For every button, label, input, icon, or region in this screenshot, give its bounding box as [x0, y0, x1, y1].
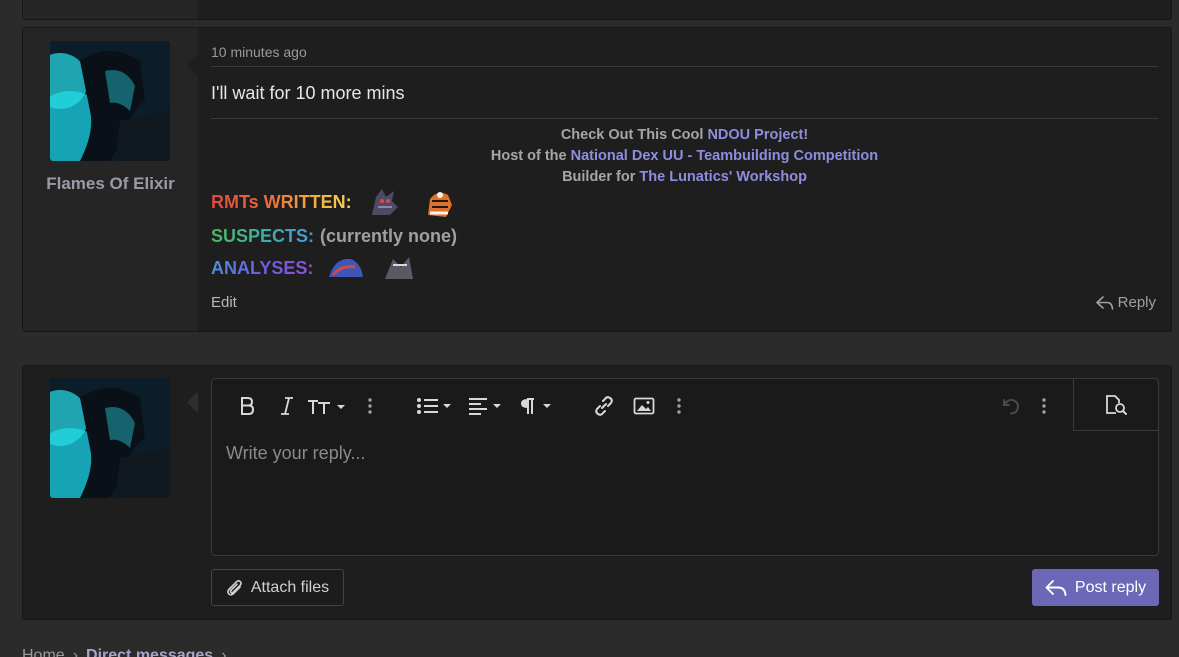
- post-arrow: [187, 54, 198, 76]
- pokemon-sprite-icon[interactable]: [364, 185, 404, 219]
- undo-button[interactable]: [998, 393, 1022, 419]
- signature-text: Host of the: [490, 148, 571, 164]
- breadcrumb-direct-messages[interactable]: Direct messages: [86, 647, 213, 657]
- paperclip-icon: [226, 579, 242, 596]
- bold-button[interactable]: [236, 393, 258, 419]
- reply-user-column: [23, 366, 198, 619]
- image-button[interactable]: [632, 393, 656, 419]
- breadcrumb-home[interactable]: Home: [22, 647, 65, 657]
- previous-post-fragment: [22, 0, 1172, 20]
- post-body: 10 minutes ago I'll wait for 10 more min…: [211, 28, 1158, 331]
- italic-button[interactable]: [276, 393, 298, 419]
- paragraph-button[interactable]: [518, 393, 556, 419]
- breadcrumb: Home › Direct messages ›: [22, 647, 227, 657]
- more-insert-button[interactable]: [671, 393, 687, 419]
- edit-link[interactable]: Edit: [211, 294, 237, 311]
- preview-button[interactable]: [1073, 379, 1158, 431]
- avatar[interactable]: [50, 41, 170, 161]
- signature-line-2: Host of the National Dex UU - Teambuildi…: [211, 146, 1158, 167]
- reply-textarea[interactable]: [226, 443, 1066, 543]
- preview-icon: [1106, 394, 1127, 415]
- signature-analyses-line: ANALYSES:: [211, 256, 433, 280]
- suspects-label: SUSPECTS:: [211, 226, 315, 246]
- post-timestamp[interactable]: 10 minutes ago: [211, 44, 307, 60]
- breadcrumb-separator-icon: ›: [221, 647, 227, 657]
- link-button[interactable]: [592, 393, 616, 419]
- more-tools-button[interactable]: [1036, 393, 1052, 419]
- signature-line-1: Check Out This Cool NDOU Project!: [211, 125, 1158, 146]
- username[interactable]: Flames Of Elixir: [23, 174, 198, 194]
- previous-post-user-column: [23, 0, 198, 19]
- signature-rmts-line: RMTs WRITTEN:: [211, 185, 472, 219]
- bold-icon: [241, 397, 255, 415]
- editor-toolbar: [212, 379, 1158, 431]
- text-size-button[interactable]: [306, 393, 350, 419]
- analyses-label: ANALYSES:: [211, 257, 314, 278]
- align-icon: [469, 398, 501, 415]
- list-button[interactable]: [416, 393, 456, 419]
- lunatics-workshop-link[interactable]: The Lunatics' Workshop: [639, 169, 807, 185]
- reply-button[interactable]: Reply: [1095, 294, 1156, 311]
- reply-label: Reply: [1117, 294, 1156, 311]
- ndou-project-link[interactable]: NDOU Project!: [707, 127, 808, 143]
- post-reply-button[interactable]: Post reply: [1032, 569, 1159, 606]
- header-divider: [211, 66, 1158, 67]
- more-icon: [368, 398, 372, 414]
- pokemon-sprite-icon[interactable]: [379, 256, 419, 280]
- more-options-button[interactable]: [362, 393, 378, 419]
- teambuilding-competition-link[interactable]: National Dex UU - Teambuilding Competiti…: [571, 148, 878, 164]
- link-icon: [595, 396, 613, 416]
- list-icon: [417, 398, 451, 414]
- paragraph-icon: [521, 398, 551, 414]
- post-user-column: Flames Of Elixir: [23, 28, 198, 331]
- suspects-value: (currently none): [320, 226, 458, 246]
- image-icon: [633, 397, 655, 415]
- pokemon-sprite-icon[interactable]: [325, 256, 365, 280]
- text-size-icon: [308, 400, 345, 414]
- signature-center: Check Out This Cool NDOU Project! Host o…: [211, 125, 1158, 188]
- post-reply-label: Post reply: [1074, 578, 1147, 596]
- align-button[interactable]: [468, 393, 506, 419]
- signature-text: Check Out This Cool: [560, 127, 708, 143]
- signature-text: Builder for: [562, 169, 640, 185]
- breadcrumb-separator-icon: ›: [72, 647, 79, 657]
- reply-editor: [211, 378, 1159, 556]
- signature-divider: [211, 118, 1158, 119]
- reply-icon: [1045, 579, 1067, 596]
- signature-suspects-line: SUSPECTS: (currently none): [211, 226, 457, 247]
- post-message: I'll wait for 10 more mins: [211, 83, 405, 103]
- reply-arrow: [187, 391, 198, 413]
- pokemon-sprite-icon[interactable]: [418, 185, 458, 219]
- italic-icon: [281, 397, 293, 415]
- attach-files-label: Attach files: [250, 578, 330, 596]
- more-icon: [1042, 398, 1046, 414]
- quick-reply-card: Attach files Post reply: [22, 365, 1172, 620]
- reply-icon: [1095, 295, 1113, 310]
- undo-icon: [1003, 398, 1020, 415]
- current-user-avatar[interactable]: [50, 378, 170, 498]
- more-icon: [677, 398, 681, 414]
- message-post: Flames Of Elixir 10 minutes ago I'll wai…: [22, 27, 1172, 332]
- rmts-label: RMTs WRITTEN:: [211, 191, 352, 212]
- attach-files-button[interactable]: Attach files: [211, 569, 344, 606]
